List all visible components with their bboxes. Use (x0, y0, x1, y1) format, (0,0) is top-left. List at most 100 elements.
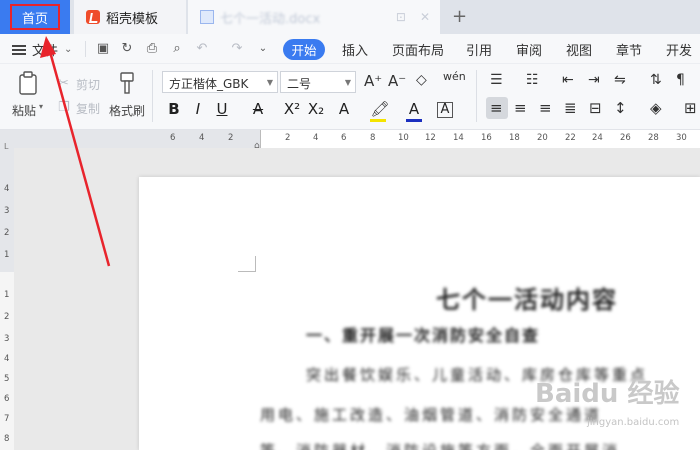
tab-stop-icon[interactable]: L (4, 142, 8, 151)
document-title: 七个一活动内容 (436, 286, 618, 314)
decrease-indent-icon[interactable]: ⇤ (562, 72, 574, 88)
increase-indent-icon[interactable]: ⇥ (588, 72, 600, 88)
tab-template[interactable]: 稻壳模板 (74, 0, 186, 34)
show-marks-icon[interactable]: ¶ (676, 72, 685, 88)
borders-icon[interactable]: ⊞ (684, 99, 697, 117)
ruler-tick-label: 28 (648, 133, 659, 143)
ruler-tick-label: 30 (676, 133, 687, 143)
align-center-icon[interactable]: ≡ (514, 99, 527, 117)
file-menu-button[interactable]: 文件 ⌄ (12, 40, 72, 59)
highlight-color-bar (370, 119, 386, 122)
justify-icon[interactable]: ≣ (564, 99, 577, 117)
margin-corner-mark (238, 256, 256, 272)
format-painter-button[interactable]: 格式刷 (109, 102, 145, 119)
numbered-list-icon[interactable]: ☷ (526, 72, 539, 88)
tab-document[interactable]: 七个一活动.docx ⊡ ✕ (188, 0, 440, 34)
paste-icon[interactable] (16, 70, 40, 96)
ruler-tick-label: 14 (453, 133, 464, 143)
ribbon-tab-page-layout[interactable]: 页面布局 (392, 40, 444, 59)
shading-icon[interactable]: ◈ (650, 99, 662, 117)
line-spacing-icon[interactable]: ↕ (614, 99, 627, 117)
redo-icon[interactable]: ↷ (230, 42, 244, 56)
ruler-tick-label: 22 (565, 133, 576, 143)
font-name-value: 方正楷体_GBK (169, 77, 249, 91)
text-effect-icon[interactable]: A (334, 100, 354, 118)
format-painter-icon[interactable] (116, 70, 138, 96)
subscript-icon[interactable]: X₂ (306, 100, 326, 118)
ruler-tick-label: 12 (425, 133, 436, 143)
new-tab-button[interactable]: + (452, 6, 467, 27)
daoke-logo-icon (86, 10, 100, 24)
document-paragraph-line: 等、消防器材、消防设施等方面，全面开展消 (260, 440, 620, 450)
strikethrough-icon[interactable]: A (248, 100, 268, 118)
superscript-icon[interactable]: X² (282, 100, 302, 118)
align-left-icon[interactable]: ≡ (490, 99, 503, 117)
ruler-tick-label: 6 (170, 133, 176, 143)
baidu-watermark: Baidu 经验 jingyan.baidu.com (535, 373, 695, 433)
chevron-down-icon[interactable]: ▾ (39, 102, 43, 111)
divider (476, 70, 477, 122)
underline-icon[interactable]: U (212, 100, 232, 118)
hamburger-icon (12, 44, 26, 55)
paste-button[interactable]: 粘贴 (12, 102, 36, 119)
phonetic-guide-icon[interactable]: wén (443, 70, 466, 83)
save-icon[interactable]: ▣ (96, 42, 110, 56)
bullet-list-icon[interactable]: ☰ (490, 72, 503, 88)
ruler-tick-label: 18 (509, 133, 520, 143)
scissors-icon: ✂ (58, 76, 69, 91)
ruler-text-area (260, 130, 700, 148)
print-icon[interactable]: ⎙ (145, 42, 159, 56)
font-size-value: 二号 (287, 77, 312, 91)
pin-icon[interactable]: ⊡ (396, 10, 406, 24)
vertical-ruler-tick-label: 1 (4, 250, 10, 260)
font-size-select[interactable]: 二号 ▼ (280, 71, 356, 93)
print-preview-icon[interactable]: ⌕ (170, 42, 184, 56)
chevron-down-icon: ▼ (266, 78, 273, 87)
ruler-tick-label: 26 (620, 133, 631, 143)
ruler-tick-label: 2 (228, 133, 234, 143)
ribbon-tab-view[interactable]: 视图 (566, 40, 592, 59)
cut-button[interactable]: 剪切 (76, 76, 100, 93)
vertical-ruler-tick-label: 7 (4, 414, 10, 424)
vertical-ruler-tick-label: 3 (4, 334, 10, 344)
undo-icon[interactable]: ↶ (195, 42, 209, 56)
ruler-tick-label: 16 (481, 133, 492, 143)
align-right-icon[interactable]: ≡ (539, 99, 552, 117)
decrease-font-icon[interactable]: A⁻ (388, 72, 406, 90)
indent-marker-icon[interactable]: ⌂ (254, 141, 260, 151)
ribbon-tab-start-label: 开始 (291, 43, 317, 58)
ruler-tick-label: 20 (537, 133, 548, 143)
vertical-ruler-tick-label: 2 (4, 228, 10, 238)
clear-format-icon[interactable]: ◇ (416, 72, 427, 88)
ribbon-tab-section[interactable]: 章节 (616, 40, 642, 59)
sort-icon[interactable]: ⇅ (650, 72, 662, 88)
font-color-icon[interactable]: A (404, 100, 424, 118)
distributed-icon[interactable]: ⊟ (589, 99, 602, 117)
close-tab-icon[interactable]: ✕ (420, 10, 430, 24)
italic-icon[interactable]: I (188, 100, 208, 118)
ribbon-tab-start[interactable]: 开始 (283, 39, 325, 60)
tab-bar: 首页 稻壳模板 七个一活动.docx ⊡ ✕ + (0, 0, 700, 34)
vertical-ruler-tick-label: 6 (4, 394, 10, 404)
highlight-icon[interactable]: 🖍 (370, 100, 390, 118)
ribbon-tab-references[interactable]: 引用 (466, 40, 492, 59)
copy-icon: ❐ (58, 100, 70, 115)
copy-button[interactable]: 复制 (76, 100, 100, 117)
increase-font-icon[interactable]: A⁺ (364, 72, 382, 90)
character-border-icon[interactable]: A (437, 102, 453, 118)
vertical-ruler-tick-label: 5 (4, 374, 10, 384)
bold-icon[interactable]: B (164, 100, 184, 118)
output-icon[interactable]: ↻ (120, 42, 134, 56)
ruler-tick-label: 4 (199, 133, 205, 143)
ribbon-toolbar: 粘贴 ▾ ✂ 剪切 ❐ 复制 格式刷 方正楷体_GBK ▼ 二号 ▼ A⁺ A⁻… (0, 64, 700, 130)
ribbon-tab-insert[interactable]: 插入 (342, 40, 368, 59)
watermark-brand: Baidu 经验 (535, 379, 680, 409)
ruler-tick-label: 2 (285, 133, 291, 143)
document-heading: 一、重开展一次消防安全自查 (306, 326, 541, 345)
ribbon-tab-review[interactable]: 审阅 (516, 40, 542, 59)
ruler-tick-label: 6 (341, 133, 347, 143)
font-name-select[interactable]: 方正楷体_GBK ▼ (162, 71, 278, 93)
chinese-layout-icon[interactable]: ⇋ (614, 72, 626, 88)
customize-quick-access-icon[interactable]: ⌄ (256, 42, 270, 56)
divider (152, 70, 153, 122)
